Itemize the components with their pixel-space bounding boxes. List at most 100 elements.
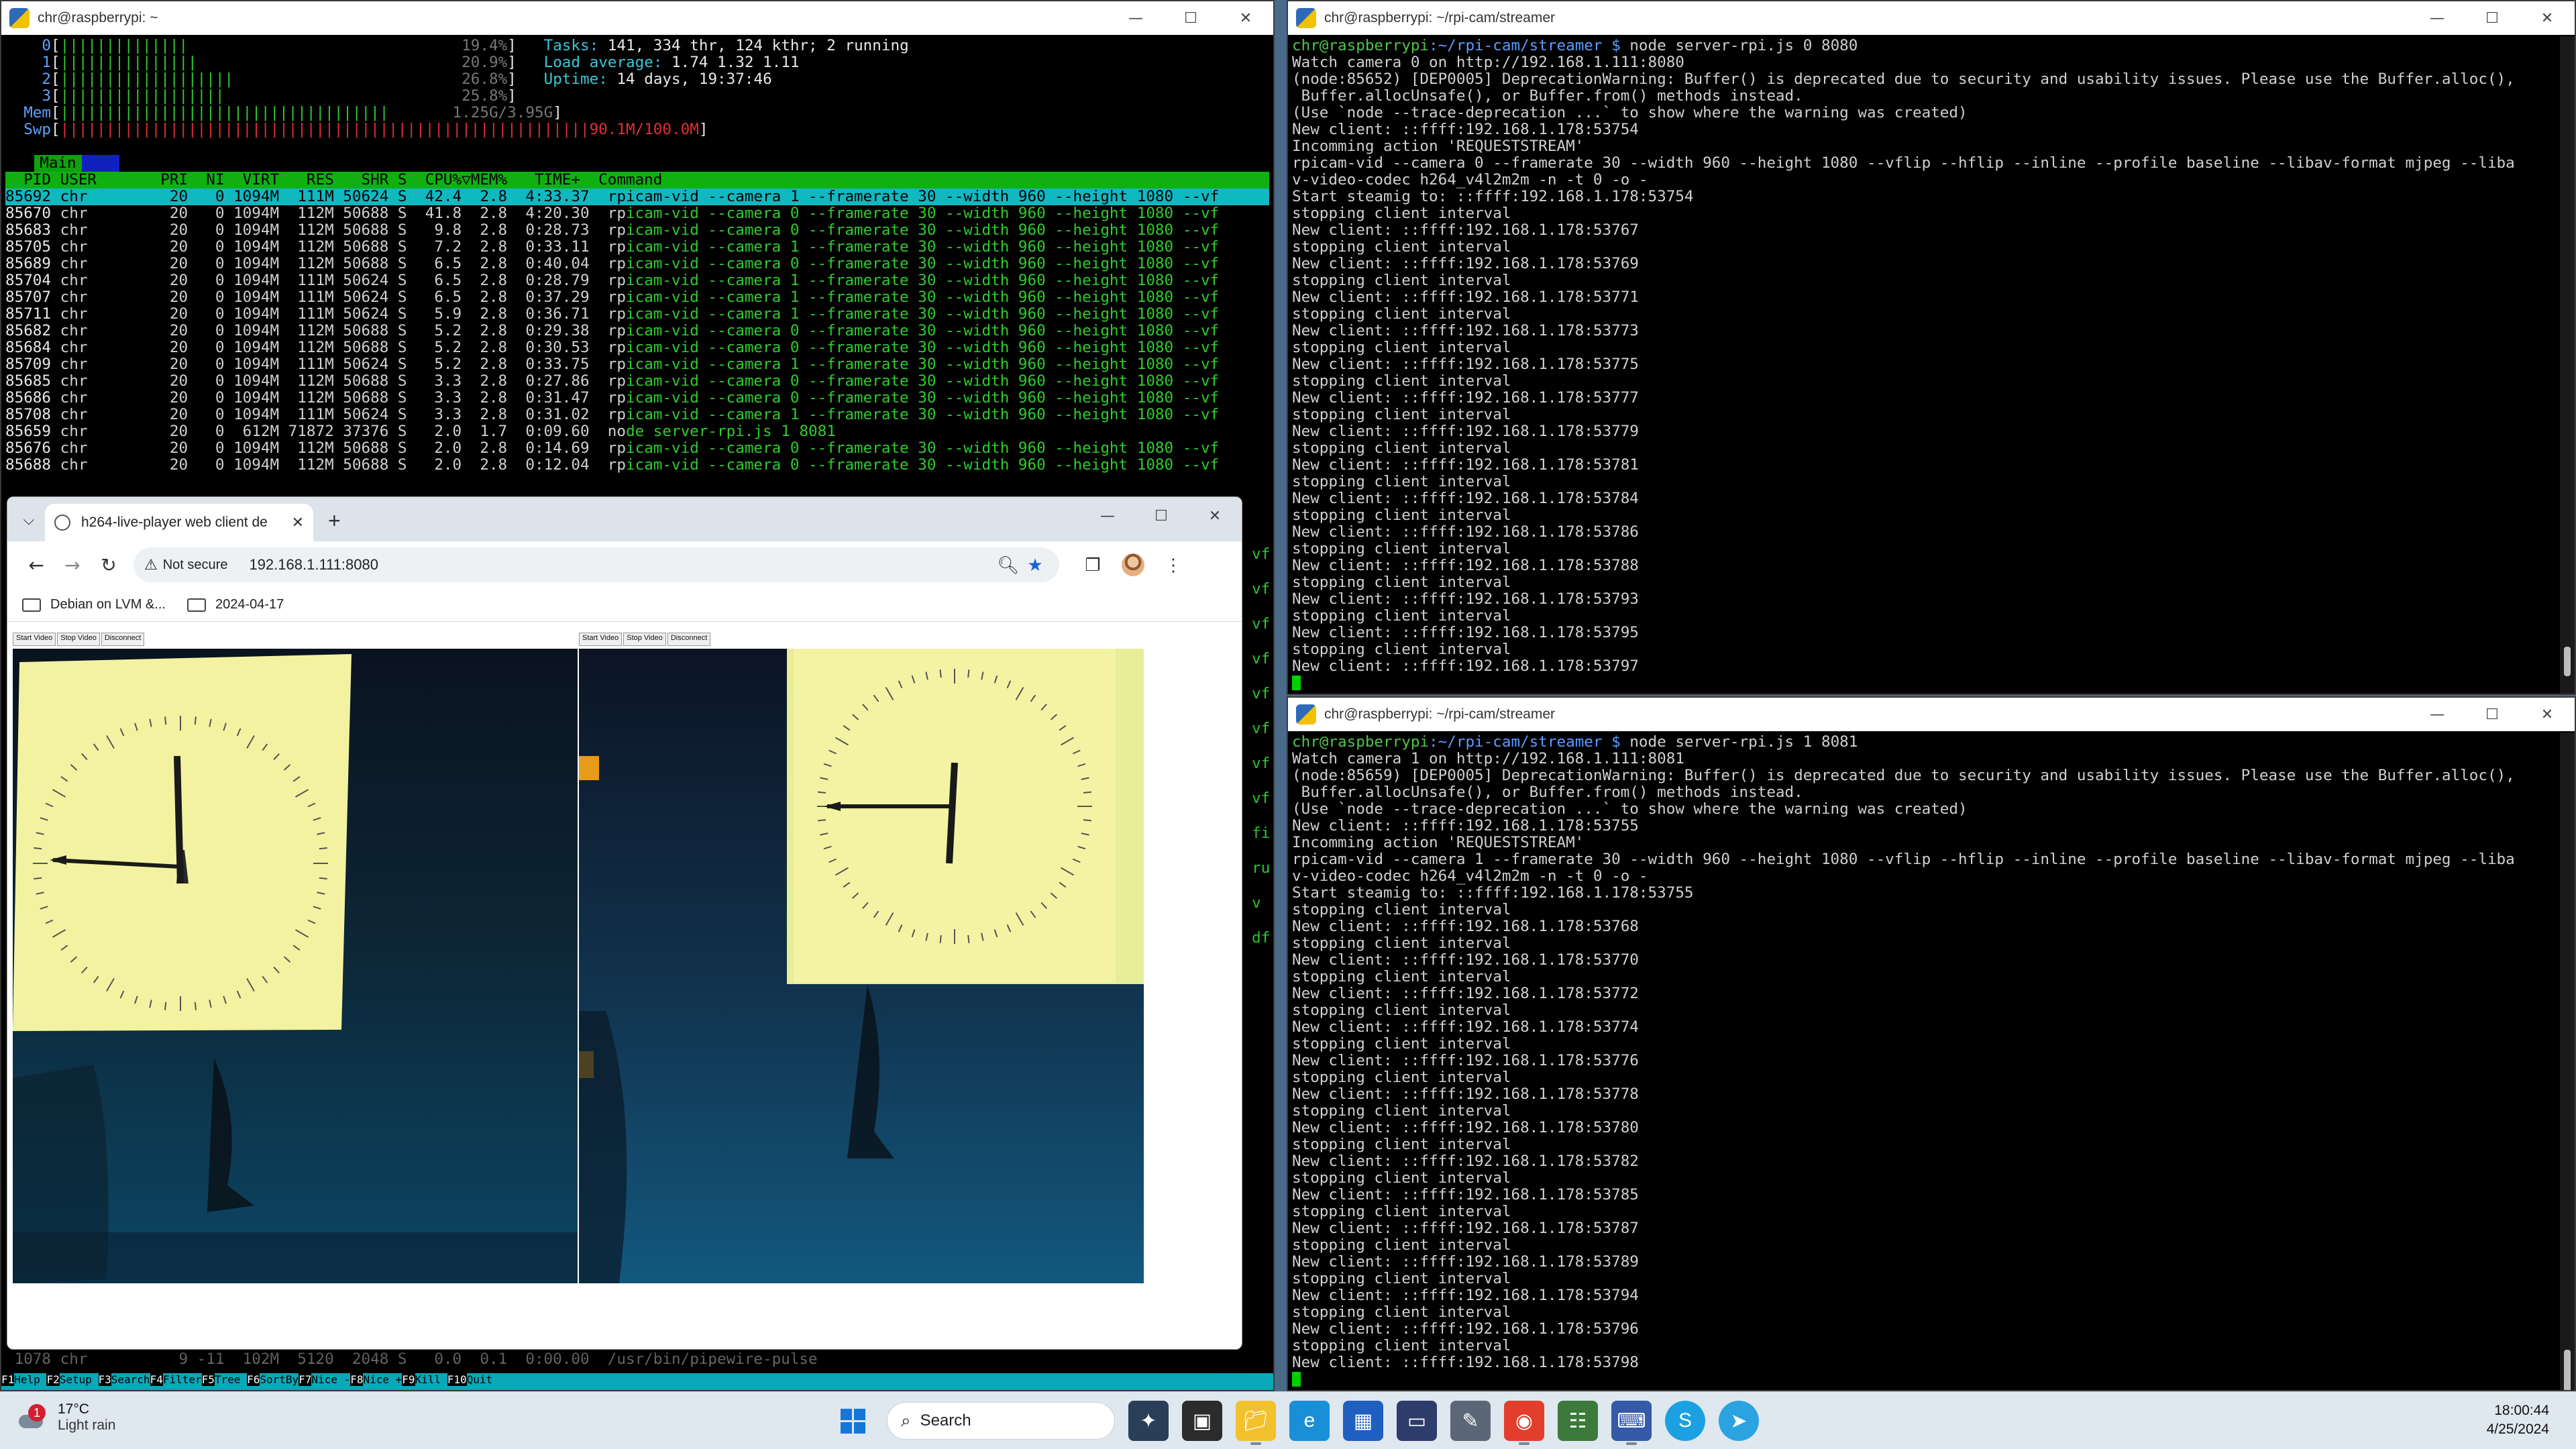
close-button[interactable]: ✕ [1218,1,1273,35]
new-tab-button[interactable]: + [328,508,341,533]
edge-browser-icon[interactable]: e [1289,1401,1330,1441]
task-view-icon[interactable]: ▣ [1182,1401,1222,1441]
output-line: New client: ::ffff:192.168.1.178:53794 [1292,1287,1639,1304]
process-row[interactable]: 85708 chr 20 0 1094M 111M 50624 S 3.3 2.… [5,407,1269,423]
windows-start-icon[interactable] [832,1400,873,1442]
close-tab-icon[interactable]: ✕ [292,514,304,531]
taskbar-search[interactable]: ⌕ Search [887,1402,1115,1440]
disconnect-button[interactable]: Disconnect [101,633,145,646]
minimize-button[interactable]: — [2410,1,2465,35]
fkey-label[interactable]: Nice + [363,1373,402,1386]
start-video-button[interactable]: Start Video [579,633,623,646]
tab-search-icon[interactable]: ⌵ [13,504,45,536]
terminal-titlebar[interactable]: chr@raspberrypi: ~/rpi-cam/streamer — ☐ … [1288,1,2575,35]
fkey-label[interactable]: SortBy [260,1373,299,1386]
process-row[interactable]: 85682 chr 20 0 1094M 112M 50688 S 5.2 2.… [5,323,1269,339]
cursor-line [1292,675,2571,692]
start-video-button[interactable]: Start Video [13,633,56,646]
bookmark-folder[interactable]: Debian on LVM &... [22,597,166,612]
fkey-label[interactable]: Search [111,1373,150,1386]
maximize-button[interactable]: ☐ [1134,497,1188,535]
browser-tab-active[interactable]: h264-live-player web client de ✕ [45,504,313,541]
store-icon[interactable]: ▦ [1343,1401,1383,1441]
process-row[interactable]: 85676 chr 20 0 1094M 112M 50688 S 2.0 2.… [5,440,1269,457]
video-canvas[interactable] [579,649,1144,1283]
fkey-label[interactable]: Setup [60,1373,99,1386]
process-row[interactable]: 85707 chr 20 0 1094M 111M 50624 S 6.5 2.… [5,289,1269,306]
address-bar[interactable]: ⚠ Not secure 192.168.1.111:8080 🔍︎ ★ [133,547,1059,582]
fkey-label[interactable]: Tree [215,1373,247,1386]
terminal-scrollbar[interactable] [2560,733,2575,1390]
process-row[interactable]: 85689 chr 20 0 1094M 112M 50688 S 6.5 2.… [5,256,1269,272]
remote-desktop-icon[interactable]: ▭ [1397,1401,1437,1441]
process-row[interactable]: 85692 chr 20 0 1094M 111M 50624 S 42.4 2… [5,189,1269,205]
fkey-label[interactable]: Filter [163,1373,202,1386]
process-row[interactable]: 85705 chr 20 0 1094M 112M 50688 S 7.2 2.… [5,239,1269,256]
extensions-icon[interactable]: ❐ [1073,555,1113,576]
video-canvas[interactable] [13,649,578,1283]
process-row[interactable]: 85659 chr 20 0 612M 71872 37376 S 2.0 1.… [5,423,1269,440]
process-row[interactable]: 85686 chr 20 0 1094M 112M 50688 S 3.3 2.… [5,390,1269,407]
close-button[interactable]: ✕ [1188,497,1242,535]
process-row[interactable]: 85685 chr 20 0 1094M 112M 50688 S 3.3 2.… [5,373,1269,390]
streamer-terminal-cam0[interactable]: chr@raspberrypi: ~/rpi-cam/streamer — ☐ … [1287,0,2576,695]
security-indicator[interactable]: ⚠ Not secure [144,556,238,574]
terminal-titlebar[interactable]: chr@raspberrypi: ~/rpi-cam/streamer — ☐ … [1288,698,2575,731]
skype-icon[interactable]: S [1665,1401,1705,1441]
system-clock[interactable]: 18:00:44 4/25/2024 [2487,1401,2549,1439]
network-tool-icon[interactable]: ☷ [1558,1401,1598,1441]
disconnect-button[interactable]: Disconnect [667,633,711,646]
minimize-button[interactable]: — [1081,497,1134,535]
scrollbar-thumb[interactable] [2564,1350,2571,1390]
forward-arrow-icon[interactable]: → [54,547,91,583]
scrollbar-thumb[interactable] [2564,647,2571,676]
telegram-icon[interactable]: ➤ [1719,1401,1759,1441]
output-line: Incomming action 'REQUESTSTREAM' [1292,835,1585,851]
process-row[interactable]: 1078 chr 9 -11 102M 5120 2048 S 0.0 0.1 … [5,1351,818,1368]
process-row[interactable]: 85711 chr 20 0 1094M 111M 50624 S 5.9 2.… [5,306,1269,323]
fkey-label[interactable]: Help [14,1373,46,1386]
profile-button[interactable] [1113,553,1153,576]
fkey-label[interactable]: Quit [467,1373,493,1386]
menu-kebab-icon[interactable]: ⋮ [1153,555,1193,576]
terminal-scrollbar[interactable] [2560,36,2575,694]
minimize-button[interactable]: — [1108,1,1163,35]
file-explorer-icon[interactable]: 📁︎ [1236,1401,1276,1445]
tab-io[interactable]: I/O [81,155,120,172]
maximize-button[interactable]: ☐ [2465,698,2520,731]
close-button[interactable]: ✕ [2520,698,2575,731]
zoom-icon[interactable]: 🔍︎ [995,555,1022,576]
stop-video-button[interactable]: Stop Video [623,633,666,646]
process-row[interactable]: 85704 chr 20 0 1094M 111M 50624 S 6.5 2.… [5,272,1269,289]
chrome-browser-icon[interactable]: ◉ [1504,1401,1544,1445]
process-row[interactable]: 85683 chr 20 0 1094M 112M 50688 S 9.8 2.… [5,222,1269,239]
browser-window[interactable]: ⌵ h264-live-player web client de ✕ + — ☐… [7,496,1242,1350]
streamer-terminal-cam1[interactable]: chr@raspberrypi: ~/rpi-cam/streamer — ☐ … [1287,696,2576,1391]
maximize-button[interactable]: ☐ [2465,1,2520,35]
fkey-label[interactable]: Nice - [311,1373,350,1386]
process-row[interactable]: 85684 chr 20 0 1094M 112M 50688 S 5.2 2.… [5,339,1269,356]
htop-tabs: Main I/O [5,155,1269,172]
maximize-button[interactable]: ☐ [1163,1,1218,35]
back-arrow-icon[interactable]: ← [18,547,54,583]
putty-icon[interactable]: ⌨ [1611,1401,1652,1445]
htop-titlebar[interactable]: chr@raspberrypi: ~ — ☐ ✕ [1,1,1273,35]
minimize-button[interactable]: — [2410,698,2465,731]
output-line: New client: ::ffff:192.168.1.178:53768 [1292,918,1639,935]
close-button[interactable]: ✕ [2520,1,2575,35]
bookmark-star-icon[interactable]: ★ [1022,555,1049,576]
process-row[interactable]: 85709 chr 20 0 1094M 111M 50624 S 5.2 2.… [5,356,1269,373]
copilot-icon[interactable]: ✦ [1128,1401,1169,1441]
tab-main[interactable]: Main [34,155,82,172]
output-line: New client: ::ffff:192.168.1.178:53797 [1292,658,1639,675]
fkey-label[interactable]: Kill [415,1373,447,1386]
notepad-icon[interactable]: ✎ [1450,1401,1491,1441]
process-row[interactable]: 85688 chr 20 0 1094M 112M 50688 S 2.0 2.… [5,457,1269,474]
reload-icon[interactable]: ↻ [91,547,127,583]
weather-widget[interactable]: 1 17°C Light rain [19,1401,115,1434]
url-text[interactable]: 192.168.1.111:8080 [249,556,995,574]
bookmark-folder[interactable]: 2024-04-17 [186,597,284,612]
browser-window-controls: — ☐ ✕ [1081,497,1242,541]
stop-video-button[interactable]: Stop Video [57,633,100,646]
process-row[interactable]: 85670 chr 20 0 1094M 112M 50688 S 41.8 2… [5,205,1269,222]
